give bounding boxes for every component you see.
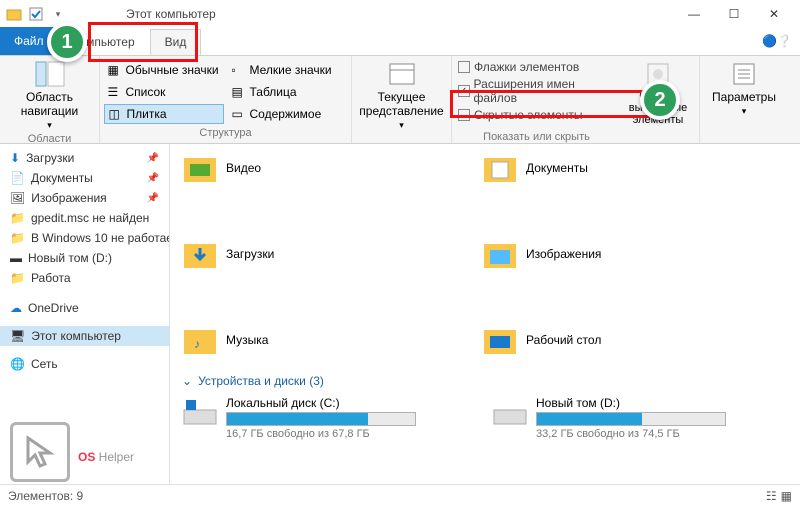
video-folder-icon bbox=[182, 150, 218, 186]
nav-win10[interactable]: 📁В Windows 10 не работает bbox=[0, 228, 169, 248]
folder-downloads[interactable]: Загрузки bbox=[182, 236, 442, 272]
content-pane: Видео Документы Загрузки Изображения ♪Му… bbox=[170, 144, 800, 484]
watermark-helper: Helper bbox=[95, 450, 134, 464]
annotation-callout-1: 1 bbox=[47, 22, 87, 62]
nav-pane-button[interactable]: Область навигации ▾ bbox=[5, 60, 95, 131]
drive-c-bar bbox=[226, 412, 416, 426]
drive-d-free: 33,2 ГБ свободно из 74,5 ГБ bbox=[536, 428, 762, 440]
drive-c[interactable]: Локальный диск (C:) 16,7 ГБ свободно из … bbox=[182, 396, 452, 440]
cursor-icon bbox=[10, 422, 70, 482]
nav-pane-label: Область навигации bbox=[5, 90, 95, 118]
ribbon: Область навигации ▾ Области ▦Обычные зна… bbox=[0, 56, 800, 144]
nav-this-pc[interactable]: 🖥Этот компьютер bbox=[0, 326, 169, 346]
drive-icon bbox=[182, 396, 218, 428]
drive-c-name: Локальный диск (C:) bbox=[226, 396, 452, 410]
annotation-callout-2: 2 bbox=[640, 80, 680, 120]
help-icon[interactable]: 🔵❔ bbox=[762, 34, 792, 48]
watermark-os: OS bbox=[78, 450, 95, 464]
folder-icon bbox=[6, 6, 22, 22]
folder-icon: 📁 bbox=[10, 211, 25, 225]
nav-drive-d[interactable]: ▬Новый том (D:) bbox=[0, 248, 169, 268]
layout-small[interactable]: ▫Мелкие значки bbox=[228, 60, 348, 80]
folder-videos[interactable]: Видео bbox=[182, 150, 442, 186]
drive-icon bbox=[492, 396, 528, 428]
downloads-folder-icon bbox=[182, 236, 218, 272]
drive-d[interactable]: Новый том (D:) 33,2 ГБ свободно из 74,5 … bbox=[492, 396, 762, 440]
drive-d-name: Новый том (D:) bbox=[536, 396, 762, 410]
folder-pictures[interactable]: Изображения bbox=[482, 236, 742, 272]
close-button[interactable]: ✕ bbox=[754, 7, 794, 21]
layout-tiles[interactable]: ◫Плитка bbox=[104, 104, 224, 124]
drive-d-bar bbox=[536, 412, 726, 426]
status-bar: Элементов: 9 ☷ ▦ bbox=[0, 484, 800, 506]
group-layout-label: Структура bbox=[199, 127, 251, 139]
nav-documents[interactable]: 📄Документы📌 bbox=[0, 168, 169, 188]
folder-icon: 📁 bbox=[10, 231, 25, 245]
qat-dropdown-icon[interactable]: ▾ bbox=[50, 6, 66, 22]
nav-downloads[interactable]: ⬇Загрузки📌 bbox=[0, 148, 169, 168]
drive-icon: ▬ bbox=[10, 251, 22, 265]
group-layout: ▦Обычные значки ▫Мелкие значки ☰Список ▤… bbox=[100, 56, 352, 143]
group-params: Параметры ▾ bbox=[700, 56, 788, 143]
picture-icon: 🖼 bbox=[10, 191, 25, 205]
folder-desktop[interactable]: Рабочий стол bbox=[482, 322, 742, 358]
layout-content[interactable]: ▭Содержимое bbox=[228, 104, 348, 124]
nav-work[interactable]: 📁Работа bbox=[0, 268, 169, 288]
layout-regular[interactable]: ▦Обычные значки bbox=[104, 60, 224, 80]
view-tiles-icon[interactable]: ▦ bbox=[781, 489, 792, 503]
checkbox-item-flags[interactable]: Флажки элементов bbox=[458, 60, 615, 74]
desktop-folder-icon bbox=[482, 322, 518, 358]
folder-music[interactable]: ♪Музыка bbox=[182, 322, 442, 358]
annotation-highlight-2 bbox=[450, 90, 650, 118]
current-view-button[interactable]: Текущее представление ▾ bbox=[357, 60, 447, 131]
documents-folder-icon bbox=[482, 150, 518, 186]
quick-access-toolbar: ▾ bbox=[6, 6, 66, 22]
view-details-icon[interactable]: ☷ bbox=[766, 489, 777, 503]
minimize-button[interactable]: — bbox=[674, 7, 714, 21]
network-icon: 🌐 bbox=[10, 357, 25, 371]
music-folder-icon: ♪ bbox=[182, 322, 218, 358]
nav-network[interactable]: 🌐Сеть bbox=[0, 354, 169, 374]
cloud-icon: ☁ bbox=[10, 301, 22, 315]
checkbox-icon[interactable] bbox=[28, 6, 44, 22]
annotation-highlight-1 bbox=[88, 22, 198, 62]
document-icon: 📄 bbox=[10, 171, 25, 185]
nav-pictures[interactable]: 🖼Изображения📌 bbox=[0, 188, 169, 208]
folder-icon: 📁 bbox=[10, 271, 25, 285]
layout-list[interactable]: ☰Список bbox=[104, 82, 224, 102]
layout-table[interactable]: ▤Таблица bbox=[228, 82, 348, 102]
watermark: OS Helper bbox=[10, 422, 134, 482]
current-view-label: Текущее представление bbox=[357, 90, 447, 118]
chevron-down-icon: ⌄ bbox=[182, 374, 192, 388]
status-item-count: Элементов: 9 bbox=[8, 489, 83, 503]
folder-documents[interactable]: Документы bbox=[482, 150, 742, 186]
nav-onedrive[interactable]: ☁OneDrive bbox=[0, 298, 169, 318]
window-title: Этот компьютер bbox=[126, 7, 216, 21]
download-icon: ⬇ bbox=[10, 151, 20, 165]
group-current-view: Текущее представление ▾ bbox=[352, 56, 452, 143]
window-controls: — ☐ ✕ bbox=[674, 7, 794, 21]
drive-c-free: 16,7 ГБ свободно из 67,8 ГБ bbox=[226, 428, 452, 440]
devices-section-header[interactable]: ⌄Устройства и диски (3) bbox=[182, 374, 788, 388]
pictures-folder-icon bbox=[482, 236, 518, 272]
options-button[interactable]: Параметры ▾ bbox=[699, 60, 789, 117]
options-label: Параметры bbox=[712, 90, 776, 104]
maximize-button[interactable]: ☐ bbox=[714, 7, 754, 21]
computer-icon: 🖥 bbox=[10, 329, 25, 343]
group-areas: Область навигации ▾ Области bbox=[0, 56, 100, 143]
svg-text:♪: ♪ bbox=[194, 337, 200, 351]
nav-gpedit[interactable]: 📁gpedit.msc не найден bbox=[0, 208, 169, 228]
group-showhide-label: Показать или скрыть bbox=[483, 131, 590, 143]
